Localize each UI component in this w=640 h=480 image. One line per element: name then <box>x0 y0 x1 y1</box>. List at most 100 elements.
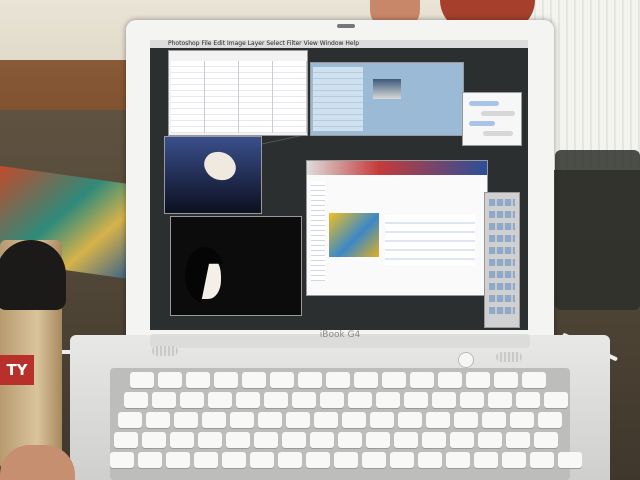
key[interactable] <box>194 452 218 468</box>
key[interactable] <box>320 392 344 408</box>
key[interactable] <box>250 452 274 468</box>
palette-item[interactable] <box>489 199 515 206</box>
key[interactable] <box>242 372 266 388</box>
key[interactable] <box>382 372 406 388</box>
key[interactable] <box>326 372 350 388</box>
site-featured-image[interactable] <box>329 213 379 257</box>
palette-item[interactable] <box>489 259 515 266</box>
key[interactable] <box>310 432 334 448</box>
key[interactable] <box>152 392 176 408</box>
key[interactable] <box>270 372 294 388</box>
menu-item-layer[interactable]: Layer <box>248 40 265 47</box>
key[interactable] <box>394 432 418 448</box>
key[interactable] <box>494 372 518 388</box>
key[interactable] <box>510 412 534 428</box>
key[interactable] <box>180 392 204 408</box>
key[interactable] <box>522 372 546 388</box>
key[interactable] <box>298 372 322 388</box>
key[interactable] <box>130 372 154 388</box>
key[interactable] <box>454 412 478 428</box>
key[interactable] <box>376 392 400 408</box>
key[interactable] <box>404 392 428 408</box>
key[interactable] <box>502 452 526 468</box>
key[interactable] <box>478 432 502 448</box>
palette-item[interactable] <box>489 271 515 278</box>
key[interactable] <box>278 452 302 468</box>
key[interactable] <box>516 392 540 408</box>
menu-item-select[interactable]: Select <box>266 40 285 47</box>
key[interactable] <box>118 412 142 428</box>
key[interactable] <box>170 432 194 448</box>
finder-column[interactable] <box>171 61 205 133</box>
key[interactable] <box>230 412 254 428</box>
key[interactable] <box>124 392 148 408</box>
palette-item[interactable] <box>489 211 515 218</box>
key[interactable] <box>418 452 442 468</box>
key[interactable] <box>446 452 470 468</box>
side-palette[interactable] <box>484 192 520 328</box>
finder-column[interactable] <box>239 61 273 133</box>
key[interactable] <box>474 452 498 468</box>
chat-window[interactable] <box>462 92 522 146</box>
key[interactable] <box>166 452 190 468</box>
key[interactable] <box>362 452 386 468</box>
menu-item-window[interactable]: Window <box>320 40 344 47</box>
key[interactable] <box>314 412 338 428</box>
key[interactable] <box>142 432 166 448</box>
key[interactable] <box>460 392 484 408</box>
key[interactable] <box>488 392 512 408</box>
key[interactable] <box>422 432 446 448</box>
key[interactable] <box>198 432 222 448</box>
menu-item-filter[interactable]: Filter <box>287 40 302 47</box>
key[interactable] <box>208 392 232 408</box>
key[interactable] <box>110 452 134 468</box>
key[interactable] <box>410 372 434 388</box>
menu-item-file[interactable]: File <box>201 40 211 47</box>
key[interactable] <box>186 372 210 388</box>
palette-item[interactable] <box>489 283 515 290</box>
key[interactable] <box>544 392 568 408</box>
finder-window[interactable] <box>168 50 308 136</box>
menu-item-view[interactable]: View <box>304 40 318 47</box>
key[interactable] <box>506 432 530 448</box>
finder-column[interactable] <box>205 61 239 133</box>
key[interactable] <box>366 432 390 448</box>
key[interactable] <box>114 432 138 448</box>
key[interactable] <box>338 432 362 448</box>
key[interactable] <box>214 372 238 388</box>
palette-item[interactable] <box>489 235 515 242</box>
key[interactable] <box>146 412 170 428</box>
palette-item[interactable] <box>489 307 515 314</box>
key[interactable] <box>482 412 506 428</box>
menu-item-edit[interactable]: Edit <box>213 40 225 47</box>
menu-item-app[interactable]: Photoshop <box>168 40 200 47</box>
image-window-portrait[interactable] <box>170 216 302 316</box>
key[interactable] <box>254 432 278 448</box>
key[interactable] <box>282 432 306 448</box>
key[interactable] <box>226 432 250 448</box>
key[interactable] <box>334 452 358 468</box>
finder-column[interactable] <box>273 61 307 133</box>
key[interactable] <box>264 392 288 408</box>
image-window-horse[interactable] <box>164 136 262 214</box>
key[interactable] <box>426 412 450 428</box>
key[interactable] <box>538 412 562 428</box>
key[interactable] <box>438 372 462 388</box>
key[interactable] <box>174 412 198 428</box>
key[interactable] <box>534 432 558 448</box>
key[interactable] <box>138 452 162 468</box>
key[interactable] <box>158 372 182 388</box>
key[interactable] <box>354 372 378 388</box>
key[interactable] <box>348 392 372 408</box>
browser-window-main[interactable] <box>306 160 488 296</box>
key[interactable] <box>558 452 582 468</box>
menu-item-image[interactable]: Image <box>227 40 246 47</box>
palette-item[interactable] <box>489 247 515 254</box>
key[interactable] <box>450 432 474 448</box>
key[interactable] <box>342 412 366 428</box>
key[interactable] <box>390 452 414 468</box>
key[interactable] <box>258 412 282 428</box>
key[interactable] <box>432 392 456 408</box>
key[interactable] <box>236 392 260 408</box>
key[interactable] <box>292 392 316 408</box>
